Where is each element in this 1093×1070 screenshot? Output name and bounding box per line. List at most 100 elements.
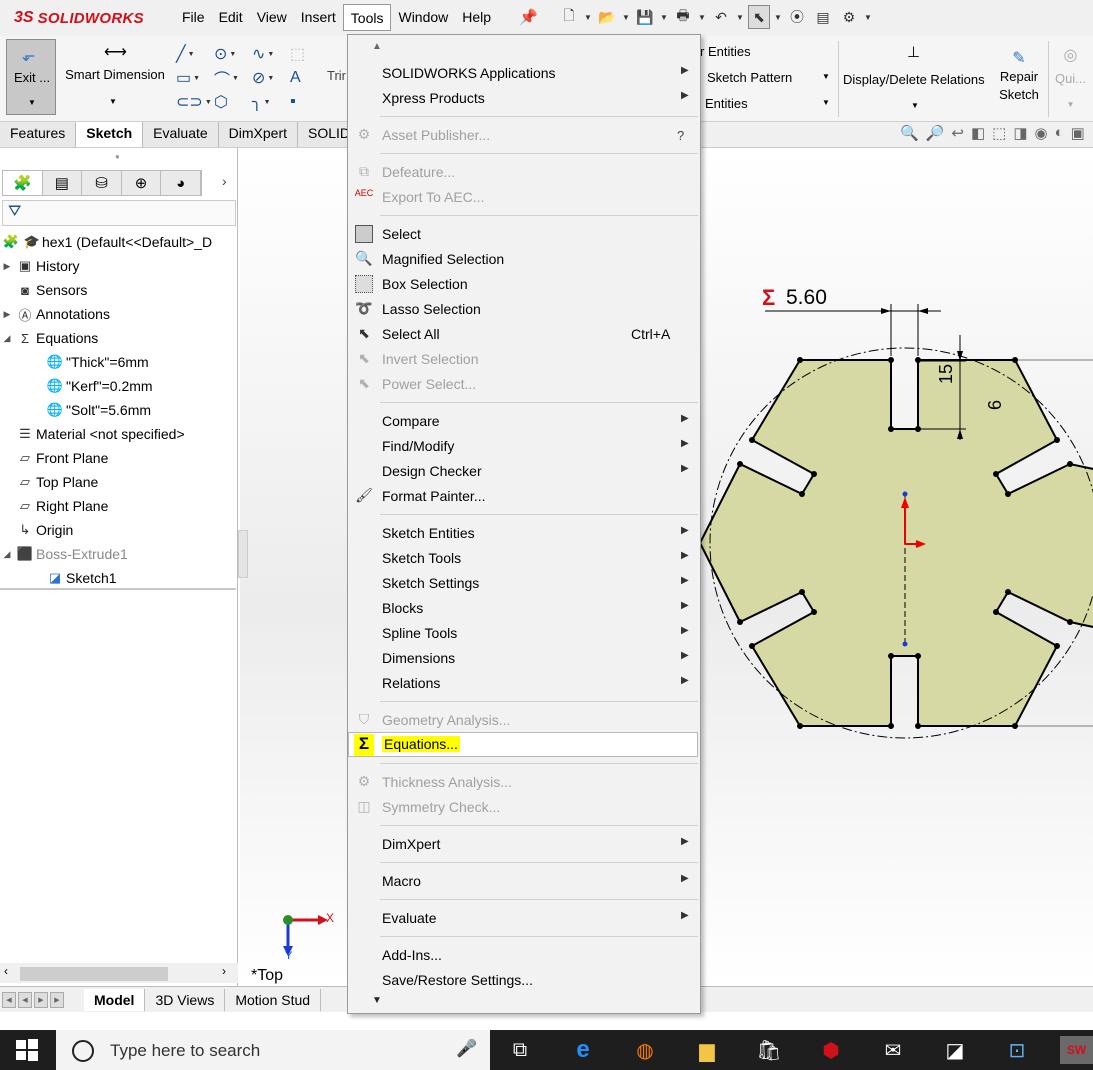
triad-x-label: X (326, 911, 335, 925)
menu-item-solidworks-applications[interactable]: SOLIDWORKS Applications ▶ (348, 61, 700, 86)
tree-item-equation-kerf[interactable]: 🌐 "Kerf"=0.2mm (0, 374, 238, 398)
next-tab-icon[interactable]: ▶ (34, 991, 48, 1008)
tree-item-material[interactable]: ☰ Material <not specified> (0, 422, 238, 446)
menu-item-save-restore-settings[interactable]: Save/Restore Settings... (348, 968, 700, 993)
dimension-slot-depth[interactable]: 15 (936, 364, 957, 384)
mail-icon[interactable]: ✉ (878, 1036, 908, 1064)
menu-item-macro[interactable]: Macro ▶ (348, 869, 700, 894)
tree-item-equation-solt[interactable]: 🌐 "Solt"=5.6mm (0, 398, 238, 422)
store-icon[interactable]: 🛍 (754, 1036, 784, 1064)
tree-item-sensors[interactable]: ◙ Sensors (0, 278, 238, 302)
menu-item-format-painter[interactable]: 🖌 Format Painter... (348, 484, 700, 509)
firefox-icon[interactable]: ◍ (630, 1036, 660, 1064)
history-icon: ▣ (18, 258, 32, 273)
menu-item-lasso-selection[interactable]: ➰ Lasso Selection (348, 297, 700, 322)
scroll-right-icon[interactable]: › (222, 964, 226, 978)
menu-item-design-checker[interactable]: Design Checker ▶ (348, 459, 700, 484)
tree-item-label: Sketch1 (66, 570, 117, 586)
menu-item-equations[interactable]: Σ Equations... (348, 732, 698, 757)
file-explorer-icon[interactable]: ▆ (692, 1036, 722, 1064)
menu-item-export-to-aec[interactable]: AEC Export To AEC... (348, 185, 700, 210)
menu-item-thickness-analysis[interactable]: ⚙ Thickness Analysis... (348, 770, 700, 795)
feature-tree-filter[interactable]: ⛛ (2, 200, 236, 226)
scroll-down-icon[interactable]: ▼ (372, 995, 382, 1006)
tree-item-sketch1[interactable]: ◪ Sketch1 (0, 566, 238, 590)
menu-item-box-selection[interactable]: Box Selection (348, 272, 700, 297)
hex-part-face (698, 359, 1093, 727)
menu-item-sketch-settings[interactable]: Sketch Settings ▶ (348, 571, 700, 596)
menu-item-defeature[interactable]: ⧉ Defeature... (348, 160, 700, 185)
menu-item-compare[interactable]: Compare ▶ (348, 409, 700, 434)
remote-app-icon[interactable]: ⊡ (1002, 1036, 1032, 1064)
panel-grip-icon[interactable]: ● (115, 152, 120, 161)
material-icon: ☰ (19, 426, 31, 441)
part-icon: 🧩 (2, 234, 20, 249)
menu-item-dimxpert[interactable]: DimXpert ▶ (348, 832, 700, 857)
display-manager-tab-icon[interactable]: ◕ (161, 171, 201, 195)
solidworks-taskbar-icon[interactable]: SW (1060, 1036, 1093, 1064)
menu-item-dimensions[interactable]: Dimensions ▶ (348, 646, 700, 671)
expand-icon[interactable]: ▶ (0, 309, 14, 320)
panel-splitter[interactable] (238, 530, 248, 578)
part-name: hex1 (Default<<Default>_D (42, 234, 213, 250)
help-icon[interactable]: ? (677, 128, 684, 143)
microphone-icon[interactable]: 🎤 (456, 1039, 477, 1059)
tree-item-history[interactable]: ▶ ▣ History (0, 254, 238, 278)
dimension-thickness[interactable]: 6 (985, 400, 1006, 410)
windows-start-icon[interactable] (15, 1038, 39, 1062)
tree-item-annotations[interactable]: ▶ Ⓐ Annotations (0, 302, 238, 326)
tree-item-boss-extrude[interactable]: ◢ ⬛ Boss-Extrude1 (0, 542, 238, 566)
taskbar-search[interactable]: Type here to search 🎤 (56, 1030, 490, 1070)
tree-item-right-plane[interactable]: ▱ Right Plane (0, 494, 238, 518)
tab-model[interactable]: Model (84, 988, 146, 1011)
last-tab-icon[interactable]: ▶ (50, 991, 64, 1008)
menu-item-xpress-products[interactable]: Xpress Products ▶ (348, 86, 700, 111)
menu-item-add-ins[interactable]: Add-Ins... (348, 943, 700, 968)
tab-motion-study[interactable]: Motion Stud (225, 988, 322, 1011)
menu-item-power-select[interactable]: ⬉ Power Select... (348, 372, 700, 397)
feature-manager-tab-icon[interactable]: 🧩 (3, 171, 43, 195)
menu-item-geometry-analysis[interactable]: ⛉ Geometry Analysis... (348, 708, 700, 733)
prev-tab-icon[interactable]: ◀ (18, 991, 32, 1008)
configuration-manager-tab-icon[interactable]: ⛁ (82, 171, 122, 195)
menu-item-symmetry-check[interactable]: ◫ Symmetry Check... (348, 795, 700, 820)
sticky-notes-icon[interactable]: ◪ (940, 1036, 970, 1064)
menu-item-invert-selection[interactable]: ⬉ Invert Selection (348, 347, 700, 372)
dimxpert-manager-tab-icon[interactable]: ⊕ (121, 171, 162, 195)
tree-item-origin[interactable]: ↳ Origin (0, 518, 238, 542)
scrollbar-thumb[interactable] (20, 967, 168, 981)
submenu-arrow-icon: ▶ (681, 675, 689, 686)
tree-item-equation-thick[interactable]: 🌐 "Thick"=6mm (0, 350, 238, 374)
first-tab-icon[interactable]: ◀ (2, 991, 16, 1008)
dimension-slot-width[interactable]: 5.60 (786, 286, 827, 310)
collapse-icon[interactable]: ◢ (0, 333, 14, 344)
menu-item-evaluate[interactable]: Evaluate ▶ (348, 906, 700, 931)
edge-browser-icon[interactable]: e (568, 1036, 598, 1064)
menu-item-magnified-selection[interactable]: 🔍 Magnified Selection (348, 247, 700, 272)
tree-item-front-plane[interactable]: ▱ Front Plane (0, 446, 238, 470)
menu-item-select-all[interactable]: ⬉ Select All Ctrl+A (348, 322, 700, 347)
scroll-left-icon[interactable]: ‹ (4, 964, 8, 978)
menu-item-sketch-entities[interactable]: Sketch Entities ▶ (348, 521, 700, 546)
app-red-icon[interactable]: ⬢ (816, 1036, 846, 1064)
menu-item-find-modify[interactable]: Find/Modify ▶ (348, 434, 700, 459)
tree-item-top-plane[interactable]: ▱ Top Plane (0, 470, 238, 494)
chevron-right-icon[interactable]: › (222, 173, 227, 189)
tree-item-equations[interactable]: ◢ Σ Equations (0, 326, 238, 350)
property-manager-tab-icon[interactable]: ▤ (42, 171, 83, 195)
tab-3d-views[interactable]: 3D Views (145, 988, 226, 1011)
menu-item-spline-tools[interactable]: Spline Tools ▶ (348, 621, 700, 646)
menu-item-relations[interactable]: Relations ▶ (348, 671, 700, 696)
menu-item-select[interactable]: Select (348, 222, 700, 247)
collapse-icon[interactable]: ◢ (0, 549, 14, 560)
menu-item-sketch-tools[interactable]: Sketch Tools ▶ (348, 546, 700, 571)
expand-icon[interactable]: ▶ (0, 261, 14, 272)
scroll-up-icon[interactable]: ▲ (372, 41, 382, 52)
menu-item-asset-publisher[interactable]: ⚙ Asset Publisher... (348, 123, 700, 148)
tree-divider (0, 588, 236, 590)
task-view-icon[interactable]: ⧉ (505, 1036, 535, 1064)
box-selection-icon (354, 275, 374, 295)
tree-root[interactable]: 🧩 🎓 hex1 (Default<<Default>_D (0, 230, 238, 254)
menu-item-blocks[interactable]: Blocks ▶ (348, 596, 700, 621)
horizontal-scrollbar[interactable]: ‹ › (0, 963, 238, 983)
